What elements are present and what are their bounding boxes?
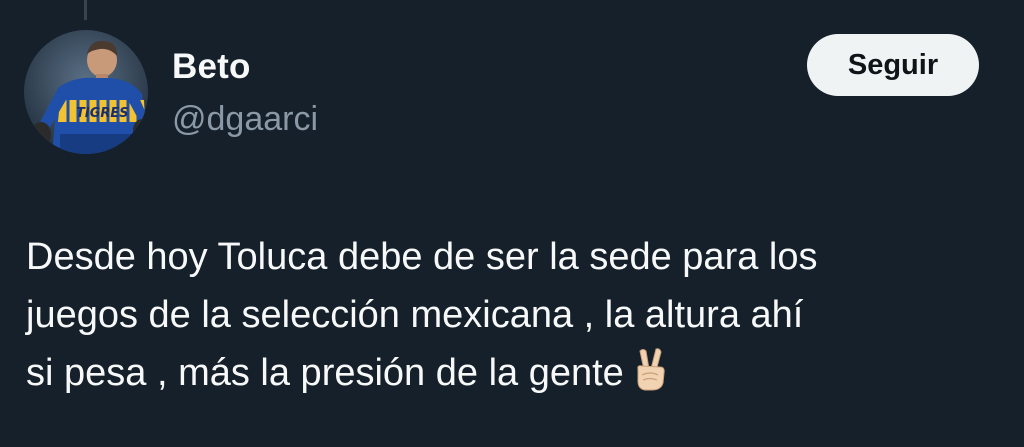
- thread-connector-line: [84, 0, 87, 20]
- display-name[interactable]: Beto: [172, 47, 251, 87]
- tweet-text-line: Desde hoy Toluca debe de ser la sede par…: [26, 236, 818, 278]
- tweet-text-line-content: si pesa , más la presión de la gente: [26, 352, 624, 394]
- svg-text:TIGRES: TIGRES: [76, 106, 129, 121]
- follow-button[interactable]: Seguir: [807, 34, 979, 96]
- tweet-text: Desde hoy Toluca debe de ser la sede par…: [26, 228, 1011, 408]
- user-handle[interactable]: @dgaarci: [172, 99, 318, 139]
- victory-hand-icon: [632, 347, 668, 408]
- avatar-image: TIGRES: [24, 30, 148, 154]
- tweet-text-line: juegos de la selección mexicana , la alt…: [26, 294, 804, 336]
- avatar[interactable]: TIGRES: [24, 30, 148, 154]
- tweet-text-line: si pesa , más la presión de la gente: [26, 344, 1011, 408]
